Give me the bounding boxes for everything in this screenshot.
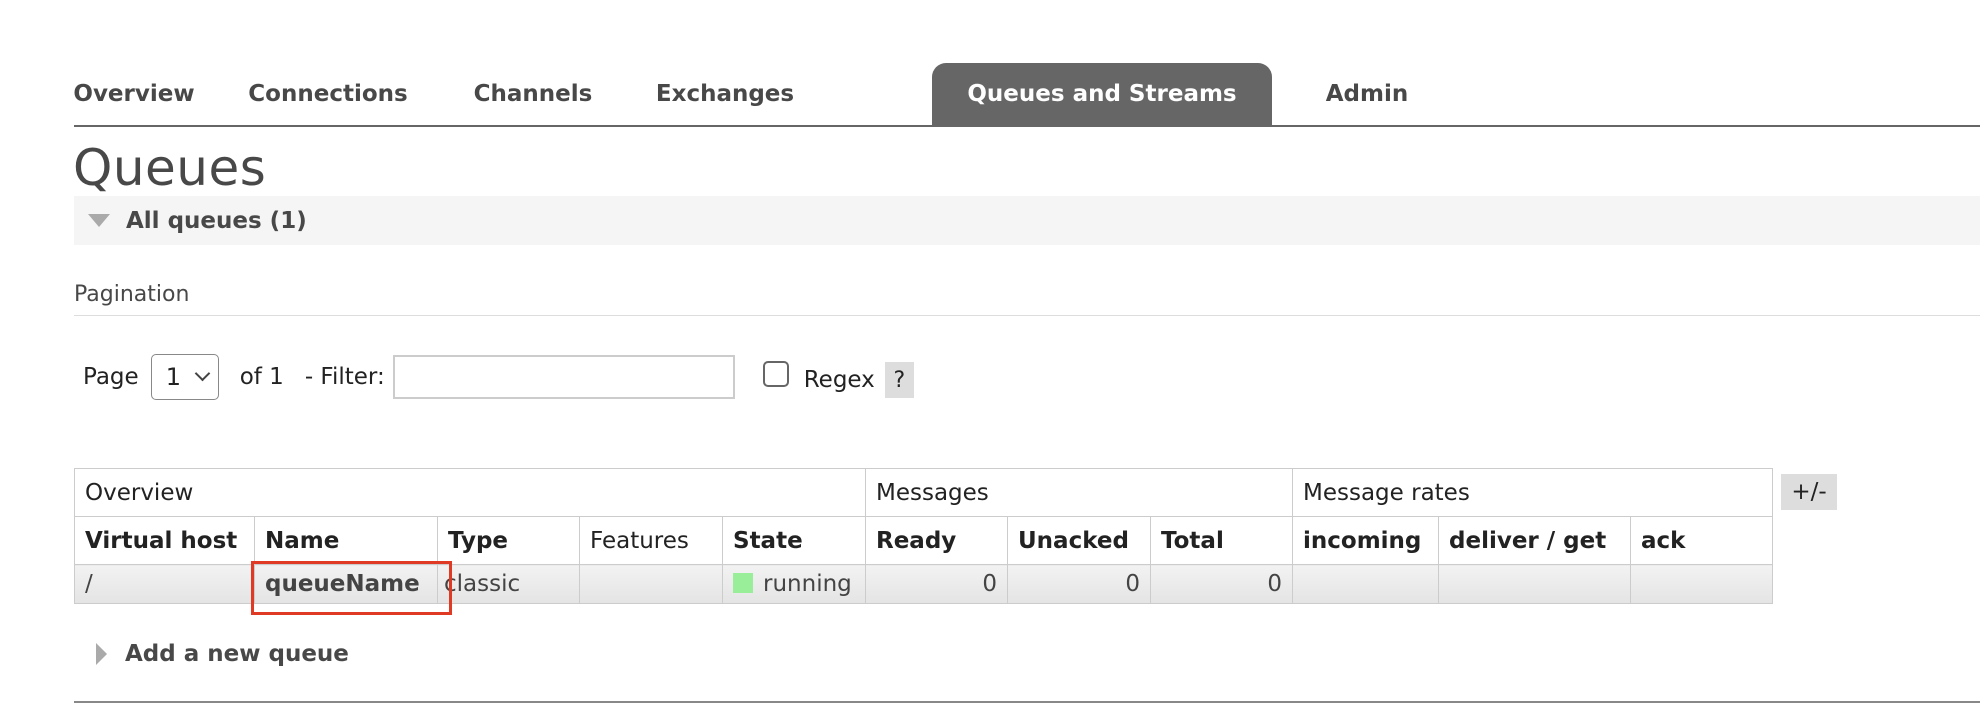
add-queue-label: Add a new queue: [125, 641, 349, 667]
page-select-value: 1: [165, 363, 181, 391]
table-row: / queueName classic running 0 0 0: [74, 561, 1773, 615]
regex-help-button[interactable]: ?: [884, 362, 914, 398]
triangle-down-icon: [88, 214, 110, 227]
cell-ready: 0: [865, 564, 1008, 604]
col-deliver-get[interactable]: deliver / get: [1438, 516, 1631, 565]
col-ready[interactable]: Ready: [865, 516, 1008, 565]
section-title: All queues (1): [126, 207, 307, 234]
tab-queues-and-streams[interactable]: Queues and Streams: [932, 63, 1272, 125]
group-messages: Messages: [865, 468, 1293, 517]
add-new-queue-toggle[interactable]: Add a new queue: [96, 634, 349, 674]
queue-name-text: queueName: [265, 571, 420, 597]
filter-input[interactable]: [392, 355, 735, 399]
col-state[interactable]: State: [722, 516, 866, 565]
main-nav-tabs: Overview Connections Channels Exchanges …: [73, 63, 1980, 127]
page-select[interactable]: 1: [150, 354, 219, 400]
tab-admin[interactable]: Admin: [1310, 63, 1424, 125]
column-group-row: Overview Messages Message rates: [74, 468, 1773, 517]
chevron-down-icon: [194, 365, 210, 382]
page-title: Queues: [73, 139, 267, 197]
cell-incoming: [1292, 564, 1439, 604]
queues-table: Overview Messages Message rates Virtual …: [74, 468, 1773, 615]
cell-state: running: [722, 564, 866, 604]
regex-checkbox[interactable]: [762, 361, 789, 387]
page-count-text: of 1: [239, 364, 284, 390]
col-unacked[interactable]: Unacked: [1007, 516, 1151, 565]
tab-connections[interactable]: Connections: [234, 63, 422, 125]
cell-type: classic: [437, 564, 580, 604]
running-status-icon: [733, 573, 753, 593]
pagination-heading: Pagination: [74, 282, 1980, 316]
cell-features: [579, 564, 723, 604]
cell-virtual-host: /: [74, 564, 255, 604]
tab-channels[interactable]: Channels: [462, 63, 604, 125]
col-ack[interactable]: ack: [1630, 516, 1773, 565]
cell-unacked: 0: [1007, 564, 1151, 604]
col-type[interactable]: Type: [437, 516, 580, 565]
state-text: running: [763, 571, 852, 597]
col-incoming[interactable]: incoming: [1292, 516, 1439, 565]
filter-label: - Filter:: [304, 364, 385, 390]
queue-name-link[interactable]: queueName: [251, 561, 452, 615]
cell-deliver-get: [1438, 564, 1631, 604]
col-name[interactable]: Name: [254, 516, 438, 565]
pagination-controls: Page 1 of 1 - Filter: Regex ?: [83, 354, 914, 400]
divider: [74, 701, 1980, 703]
toggle-columns-button[interactable]: +/-: [1781, 474, 1837, 510]
cell-total: 0: [1150, 564, 1293, 604]
cell-ack: [1630, 564, 1773, 604]
tab-overview[interactable]: Overview: [73, 63, 194, 125]
page-label: Page: [83, 364, 139, 390]
col-virtual-host[interactable]: Virtual host: [74, 516, 255, 565]
all-queues-section-toggle[interactable]: All queues (1): [74, 196, 1980, 245]
tab-exchanges[interactable]: Exchanges: [644, 63, 806, 125]
col-total[interactable]: Total: [1150, 516, 1293, 565]
column-header-row: Virtual host Name Type Features State Re…: [74, 516, 1773, 565]
group-message-rates: Message rates: [1292, 468, 1773, 517]
group-overview: Overview: [74, 468, 866, 517]
regex-label: Regex: [803, 367, 875, 393]
triangle-right-icon: [96, 643, 107, 665]
col-features: Features: [579, 516, 723, 565]
